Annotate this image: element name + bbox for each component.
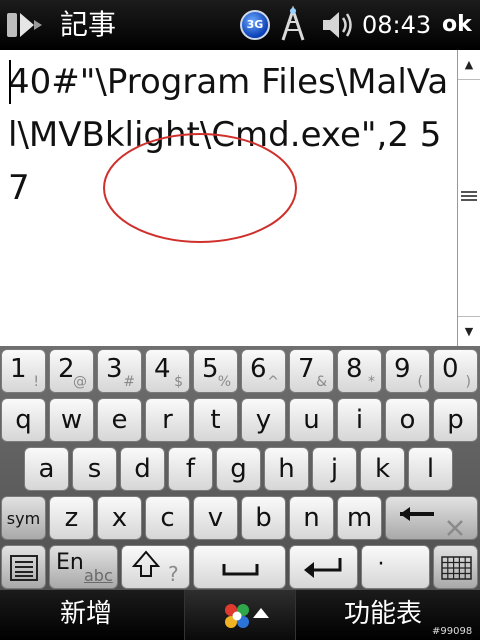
- key-6[interactable]: 6 ^: [241, 349, 286, 393]
- key-r[interactable]: r: [145, 398, 190, 442]
- key-h[interactable]: h: [264, 447, 309, 491]
- soft-keyboard: 1! 2 @ 3 # 4 $ 5% 6 ^ 7 & 8 * 9( 0) q w e r t …: [0, 346, 480, 590]
- annotation-circle: [103, 133, 297, 243]
- watermark: #99098: [432, 626, 473, 637]
- space-key[interactable]: [193, 545, 286, 589]
- space-icon: [222, 564, 259, 576]
- keyboard-menu-key[interactable]: [1, 545, 46, 589]
- keyboard-list-icon: [10, 555, 38, 581]
- key-e[interactable]: e: [97, 398, 142, 442]
- network-3g-icon[interactable]: 3G: [240, 10, 270, 40]
- app-title: 記事: [60, 8, 117, 41]
- key-v[interactable]: v: [193, 496, 238, 540]
- shift-key[interactable]: ?: [121, 545, 190, 589]
- backspace-icon: [400, 507, 463, 536]
- key-a[interactable]: a: [24, 447, 69, 491]
- text-caret: [9, 60, 11, 104]
- dot-key[interactable]: ·: [361, 545, 430, 589]
- key-f[interactable]: f: [168, 447, 213, 491]
- key-9[interactable]: 9(: [385, 349, 430, 393]
- signal-icon[interactable]: [279, 6, 307, 44]
- key-b[interactable]: b: [241, 496, 286, 540]
- key-m[interactable]: m: [337, 496, 382, 540]
- key-p[interactable]: p: [433, 398, 478, 442]
- input-method-button[interactable]: [184, 590, 296, 640]
- question-mark-label: ?: [168, 562, 179, 586]
- scroll-down-button[interactable]: ▼: [458, 316, 480, 346]
- sym-key[interactable]: sym: [1, 496, 46, 540]
- key-x[interactable]: x: [97, 496, 142, 540]
- key-5[interactable]: 5%: [193, 349, 238, 393]
- key-o[interactable]: o: [385, 398, 430, 442]
- key-q[interactable]: q: [1, 398, 46, 442]
- scroll-up-button[interactable]: ▲: [458, 50, 480, 80]
- key-d[interactable]: d: [120, 447, 165, 491]
- key-7[interactable]: 7 &: [289, 349, 334, 393]
- key-k[interactable]: k: [360, 447, 405, 491]
- softkey-right-menu[interactable]: 功能表: [344, 596, 422, 632]
- scroll-thumb[interactable]: [458, 81, 480, 315]
- enter-key[interactable]: [289, 545, 358, 589]
- key-4[interactable]: 4 $: [145, 349, 190, 393]
- key-0[interactable]: 0): [433, 349, 478, 393]
- key-3[interactable]: 3 #: [97, 349, 142, 393]
- key-2[interactable]: 2 @: [49, 349, 94, 393]
- shift-icon: [131, 550, 161, 577]
- key-j[interactable]: j: [312, 447, 357, 491]
- vertical-scrollbar[interactable]: ▲ ▼: [457, 50, 480, 346]
- enter-icon: [304, 558, 342, 578]
- clock[interactable]: 08:43: [362, 8, 431, 42]
- key-1[interactable]: 1!: [1, 349, 46, 393]
- key-i[interactable]: i: [337, 398, 382, 442]
- key-u[interactable]: u: [289, 398, 334, 442]
- note-editor[interactable]: 40#"\Program Files\MalVal\MVBklight\Cmd.…: [0, 50, 457, 346]
- key-w[interactable]: w: [49, 398, 94, 442]
- scroll-grip-icon: [461, 191, 477, 201]
- key-g[interactable]: g: [216, 447, 261, 491]
- input-method-icon: [225, 604, 269, 628]
- key-y[interactable]: y: [241, 398, 286, 442]
- key-z[interactable]: z: [49, 496, 94, 540]
- key-l[interactable]: l: [408, 447, 453, 491]
- key-n[interactable]: n: [289, 496, 334, 540]
- key-t[interactable]: t: [193, 398, 238, 442]
- backspace-key[interactable]: [385, 496, 478, 540]
- start-menu-icon[interactable]: [6, 10, 46, 40]
- language-sub-label: abc: [84, 566, 113, 585]
- key-8[interactable]: 8 *: [337, 349, 382, 393]
- keyboard-grid-icon: [441, 556, 472, 580]
- ok-button[interactable]: ok: [442, 8, 472, 42]
- softkey-bar: 新增 功能表: [0, 590, 480, 640]
- language-key[interactable]: En abc: [49, 545, 118, 589]
- language-main-label: En: [56, 550, 84, 575]
- key-s[interactable]: s: [72, 447, 117, 491]
- key-c[interactable]: c: [145, 496, 190, 540]
- softkey-left-new[interactable]: 新增: [60, 596, 112, 632]
- keyboard-layout-key[interactable]: [433, 545, 478, 589]
- title-bar: 記事 3G 08:43 ok: [0, 0, 480, 50]
- volume-icon[interactable]: [320, 8, 356, 42]
